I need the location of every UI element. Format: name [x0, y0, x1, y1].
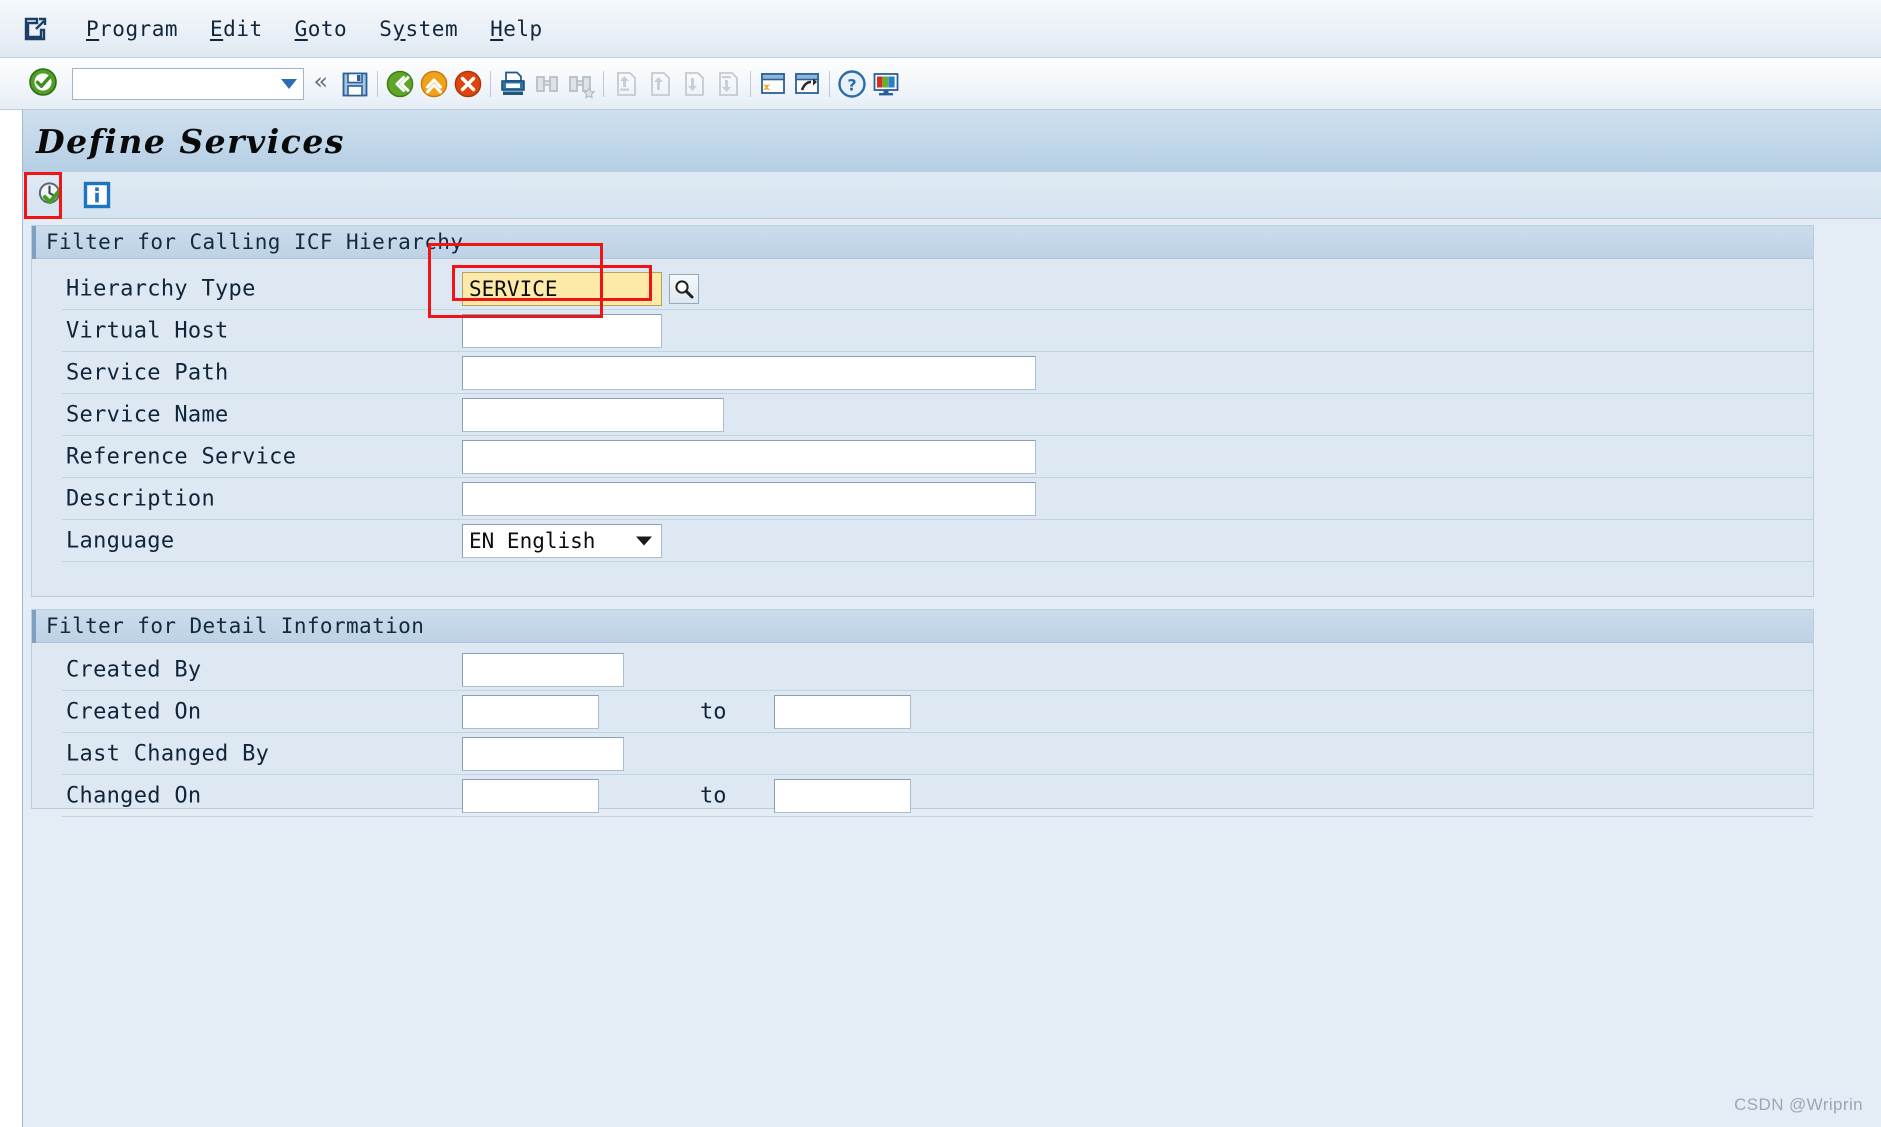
field-row-language: Language EN English — [32, 520, 1813, 562]
menu-help-label: elp — [503, 17, 542, 41]
exit-button[interactable] — [417, 65, 451, 103]
field-row-service-name: Service Name — [32, 394, 1813, 436]
menu-goto-label: oto — [308, 17, 347, 41]
language-label: Language — [66, 529, 174, 554]
next-page-button[interactable] — [677, 65, 711, 103]
screen-title-bar: Define Services — [22, 110, 1881, 172]
service-path-input[interactable] — [462, 356, 1036, 390]
sap-session-icon[interactable] — [22, 16, 48, 42]
content-area: Filter for Calling ICF Hierarchy Hierarc… — [22, 219, 1881, 1127]
chevron-down-icon[interactable] — [636, 537, 652, 546]
menu-system[interactable]: System — [363, 15, 474, 43]
panel-body: Created By Created On to Last Changed By… — [32, 643, 1813, 817]
command-input[interactable] — [73, 70, 269, 98]
language-select-wrapper[interactable]: EN English — [462, 524, 662, 558]
field-row-virtual-host: Virtual Host — [32, 310, 1813, 352]
field-row-service-path: Service Path — [32, 352, 1813, 394]
hierarchy-type-input[interactable] — [462, 272, 662, 306]
panel-header: Filter for Detail Information — [32, 610, 1813, 643]
collapse-toolbar-icon[interactable]: « — [304, 69, 338, 99]
language-select[interactable]: EN English — [462, 524, 662, 558]
create-session-button[interactable] — [756, 65, 790, 103]
changed-on-to-input[interactable] — [774, 779, 911, 813]
application-toolbar — [22, 172, 1881, 219]
previous-page-button[interactable] — [643, 65, 677, 103]
green-check-enter-icon[interactable] — [28, 67, 58, 101]
row-divider — [62, 816, 1813, 817]
virtual-host-input[interactable] — [462, 314, 662, 348]
panel-header-label: Filter for Calling ICF Hierarchy — [46, 230, 463, 254]
panel-filter-calling-icf-hierarchy: Filter for Calling ICF Hierarchy Hierarc… — [31, 225, 1814, 597]
menu-system-label: stem — [406, 17, 459, 41]
panel-filter-detail-information: Filter for Detail Information Created By… — [31, 609, 1814, 809]
row-divider — [62, 561, 1813, 562]
field-row-last-changed-by: Last Changed By — [32, 733, 1813, 775]
description-input[interactable] — [462, 482, 1036, 516]
find-next-button[interactable] — [564, 65, 598, 103]
standard-toolbar: « — [0, 58, 1881, 110]
layout-menu-button[interactable] — [869, 65, 903, 103]
service-name-label: Service Name — [66, 403, 229, 428]
field-row-changed-on: Changed On to — [32, 775, 1813, 817]
help-button[interactable]: ? — [835, 65, 869, 103]
command-field[interactable] — [72, 68, 304, 100]
last-changed-by-input[interactable] — [462, 737, 624, 771]
description-label: Description — [66, 487, 215, 512]
last-changed-by-label: Last Changed By — [66, 742, 269, 767]
svg-text:?: ? — [847, 75, 856, 94]
service-path-label: Service Path — [66, 361, 229, 386]
created-by-label: Created By — [66, 658, 201, 683]
create-shortcut-button[interactable] — [790, 65, 824, 103]
field-row-hierarchy-type: Hierarchy Type — [32, 268, 1813, 310]
toolbar-separator — [603, 71, 604, 97]
service-name-input[interactable] — [462, 398, 724, 432]
back-button[interactable] — [383, 65, 417, 103]
toolbar-separator — [750, 71, 751, 97]
menu-program[interactable]: Program — [70, 15, 194, 43]
menu-edit-label: dit — [223, 17, 262, 41]
field-row-description: Description — [32, 478, 1813, 520]
hierarchy-type-search-help-button[interactable] — [669, 274, 699, 304]
toolbar-separator — [829, 71, 830, 97]
last-page-button[interactable] — [711, 65, 745, 103]
print-button[interactable] — [496, 65, 530, 103]
cancel-button[interactable] — [451, 65, 485, 103]
execute-button[interactable] — [31, 175, 71, 215]
panel-body: Hierarchy Type Virtual Host Service Path — [32, 259, 1813, 562]
information-button[interactable] — [77, 175, 117, 215]
toolbar-separator — [490, 71, 491, 97]
created-by-input[interactable] — [462, 653, 624, 687]
language-select-value: EN English — [469, 529, 595, 553]
panel-header-label: Filter for Detail Information — [46, 614, 424, 638]
field-row-created-on: Created On to — [32, 691, 1813, 733]
menu-edit[interactable]: Edit — [194, 15, 279, 43]
created-on-from-input[interactable] — [462, 695, 599, 729]
panel-header: Filter for Calling ICF Hierarchy — [32, 226, 1813, 259]
created-on-to-input[interactable] — [774, 695, 911, 729]
created-on-to-label: to — [700, 700, 727, 725]
csdn-watermark: CSDN @Wriprin — [1734, 1095, 1863, 1115]
reference-service-input[interactable] — [462, 440, 1036, 474]
reference-service-label: Reference Service — [66, 445, 296, 470]
menu-program-label: rogram — [99, 17, 178, 41]
changed-on-to-label: to — [700, 784, 727, 809]
chevron-down-icon[interactable] — [281, 79, 297, 89]
field-row-reference-service: Reference Service — [32, 436, 1813, 478]
changed-on-from-input[interactable] — [462, 779, 599, 813]
virtual-host-label: Virtual Host — [66, 319, 229, 344]
save-button[interactable] — [338, 65, 372, 103]
page-title: Define Services — [36, 122, 345, 161]
toolbar-separator — [377, 71, 378, 97]
changed-on-label: Changed On — [66, 784, 201, 809]
hierarchy-type-label: Hierarchy Type — [66, 277, 256, 302]
menu-goto[interactable]: Goto — [279, 15, 364, 43]
field-row-created-by: Created By — [32, 649, 1813, 691]
find-button[interactable] — [530, 65, 564, 103]
menu-bar: Program Edit Goto System Help — [0, 0, 1881, 58]
menu-help[interactable]: Help — [474, 15, 559, 43]
first-page-button[interactable] — [609, 65, 643, 103]
left-margin — [0, 110, 22, 1127]
created-on-label: Created On — [66, 700, 201, 725]
